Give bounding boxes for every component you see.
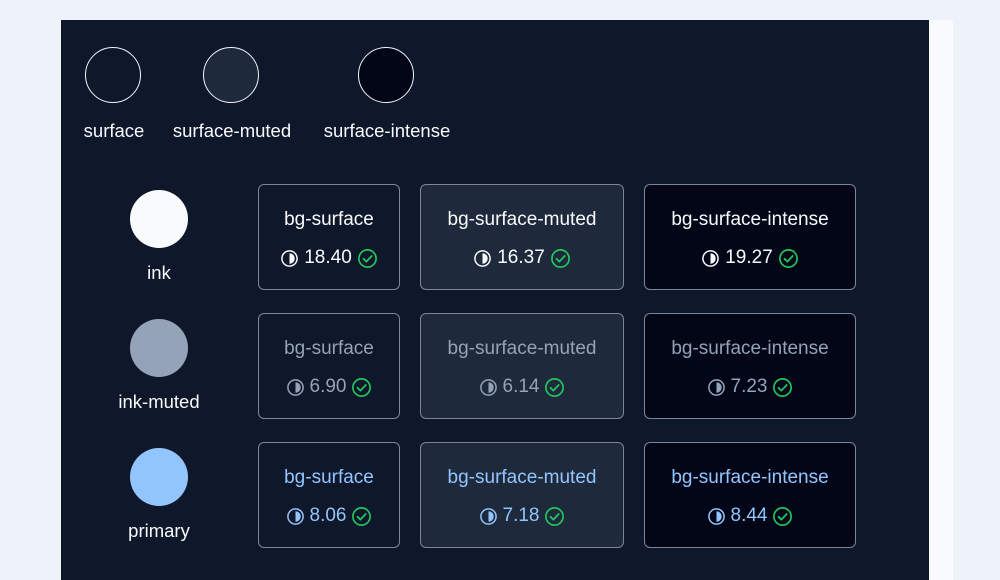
card-score: 6.14 xyxy=(421,376,623,398)
contrast-icon xyxy=(707,378,726,397)
ink-label: ink xyxy=(147,262,171,283)
contrast-card: bg-surface-intense 19.27 xyxy=(644,184,856,290)
contrast-icon xyxy=(473,249,492,268)
contrast-ratio: 16.37 xyxy=(497,247,545,268)
contrast-icon xyxy=(280,249,299,268)
check-circle-icon xyxy=(550,248,571,269)
contrast-ratio: 6.14 xyxy=(502,376,540,397)
check-circle-icon xyxy=(357,248,378,269)
contrast-card: bg-surface-muted 7.18 xyxy=(420,442,624,548)
card-score: 19.27 xyxy=(645,247,855,269)
surface-intense-label: surface-intense xyxy=(323,120,451,141)
card-name: bg-surface xyxy=(284,209,374,230)
card-name: bg-surface xyxy=(284,338,374,359)
scrollbar-track[interactable] xyxy=(929,20,953,580)
contrast-icon xyxy=(479,378,498,397)
check-circle-icon xyxy=(544,377,565,398)
ink-muted-swatch xyxy=(130,319,188,377)
surface-swatch xyxy=(85,47,141,103)
contrast-card: bg-surface-muted 16.37 xyxy=(420,184,624,290)
contrast-card: bg-surface 8.06 xyxy=(258,442,400,548)
card-score: 7.23 xyxy=(645,376,855,398)
contrast-icon xyxy=(707,507,726,526)
contrast-icon xyxy=(701,249,720,268)
ink-swatch xyxy=(130,190,188,248)
contrast-card: bg-surface-intense 8.44 xyxy=(644,442,856,548)
contrast-ratio: 8.06 xyxy=(309,505,347,526)
surface-intense-swatch xyxy=(358,47,414,103)
primary-label: primary xyxy=(128,520,190,541)
check-circle-icon xyxy=(772,506,793,527)
primary-swatch xyxy=(130,448,188,506)
check-circle-icon xyxy=(778,248,799,269)
contrast-panel: surface surface-muted surface-intense in… xyxy=(61,20,929,580)
contrast-ratio: 18.40 xyxy=(304,247,352,268)
contrast-icon xyxy=(479,507,498,526)
ink-muted-label: ink-muted xyxy=(118,391,200,412)
contrast-card: bg-surface 6.90 xyxy=(258,313,400,419)
card-score: 7.18 xyxy=(421,505,623,527)
card-score: 8.44 xyxy=(645,505,855,527)
surface-label: surface xyxy=(83,120,145,141)
card-name: bg-surface-intense xyxy=(671,467,829,488)
card-name: bg-surface-intense xyxy=(671,209,829,230)
check-circle-icon xyxy=(351,377,372,398)
card-name: bg-surface-muted xyxy=(447,467,597,488)
contrast-card: bg-surface-muted 6.14 xyxy=(420,313,624,419)
contrast-icon xyxy=(286,507,305,526)
contrast-ratio: 19.27 xyxy=(725,247,773,268)
card-score: 8.06 xyxy=(259,505,399,527)
card-name: bg-surface xyxy=(284,467,374,488)
contrast-ratio: 7.23 xyxy=(730,376,768,397)
check-circle-icon xyxy=(544,506,565,527)
card-score: 16.37 xyxy=(421,247,623,269)
contrast-ratio: 8.44 xyxy=(730,505,768,526)
contrast-icon xyxy=(286,378,305,397)
card-score: 6.90 xyxy=(259,376,399,398)
surface-muted-label: surface-muted xyxy=(172,120,292,141)
surface-muted-swatch xyxy=(203,47,259,103)
check-circle-icon xyxy=(351,506,372,527)
card-name: bg-surface-muted xyxy=(447,338,597,359)
contrast-card: bg-surface 18.40 xyxy=(258,184,400,290)
contrast-ratio: 6.90 xyxy=(309,376,347,397)
card-name: bg-surface-intense xyxy=(671,338,829,359)
check-circle-icon xyxy=(772,377,793,398)
card-name: bg-surface-muted xyxy=(447,209,597,230)
card-score: 18.40 xyxy=(259,247,399,269)
contrast-card: bg-surface-intense 7.23 xyxy=(644,313,856,419)
contrast-ratio: 7.18 xyxy=(502,505,540,526)
